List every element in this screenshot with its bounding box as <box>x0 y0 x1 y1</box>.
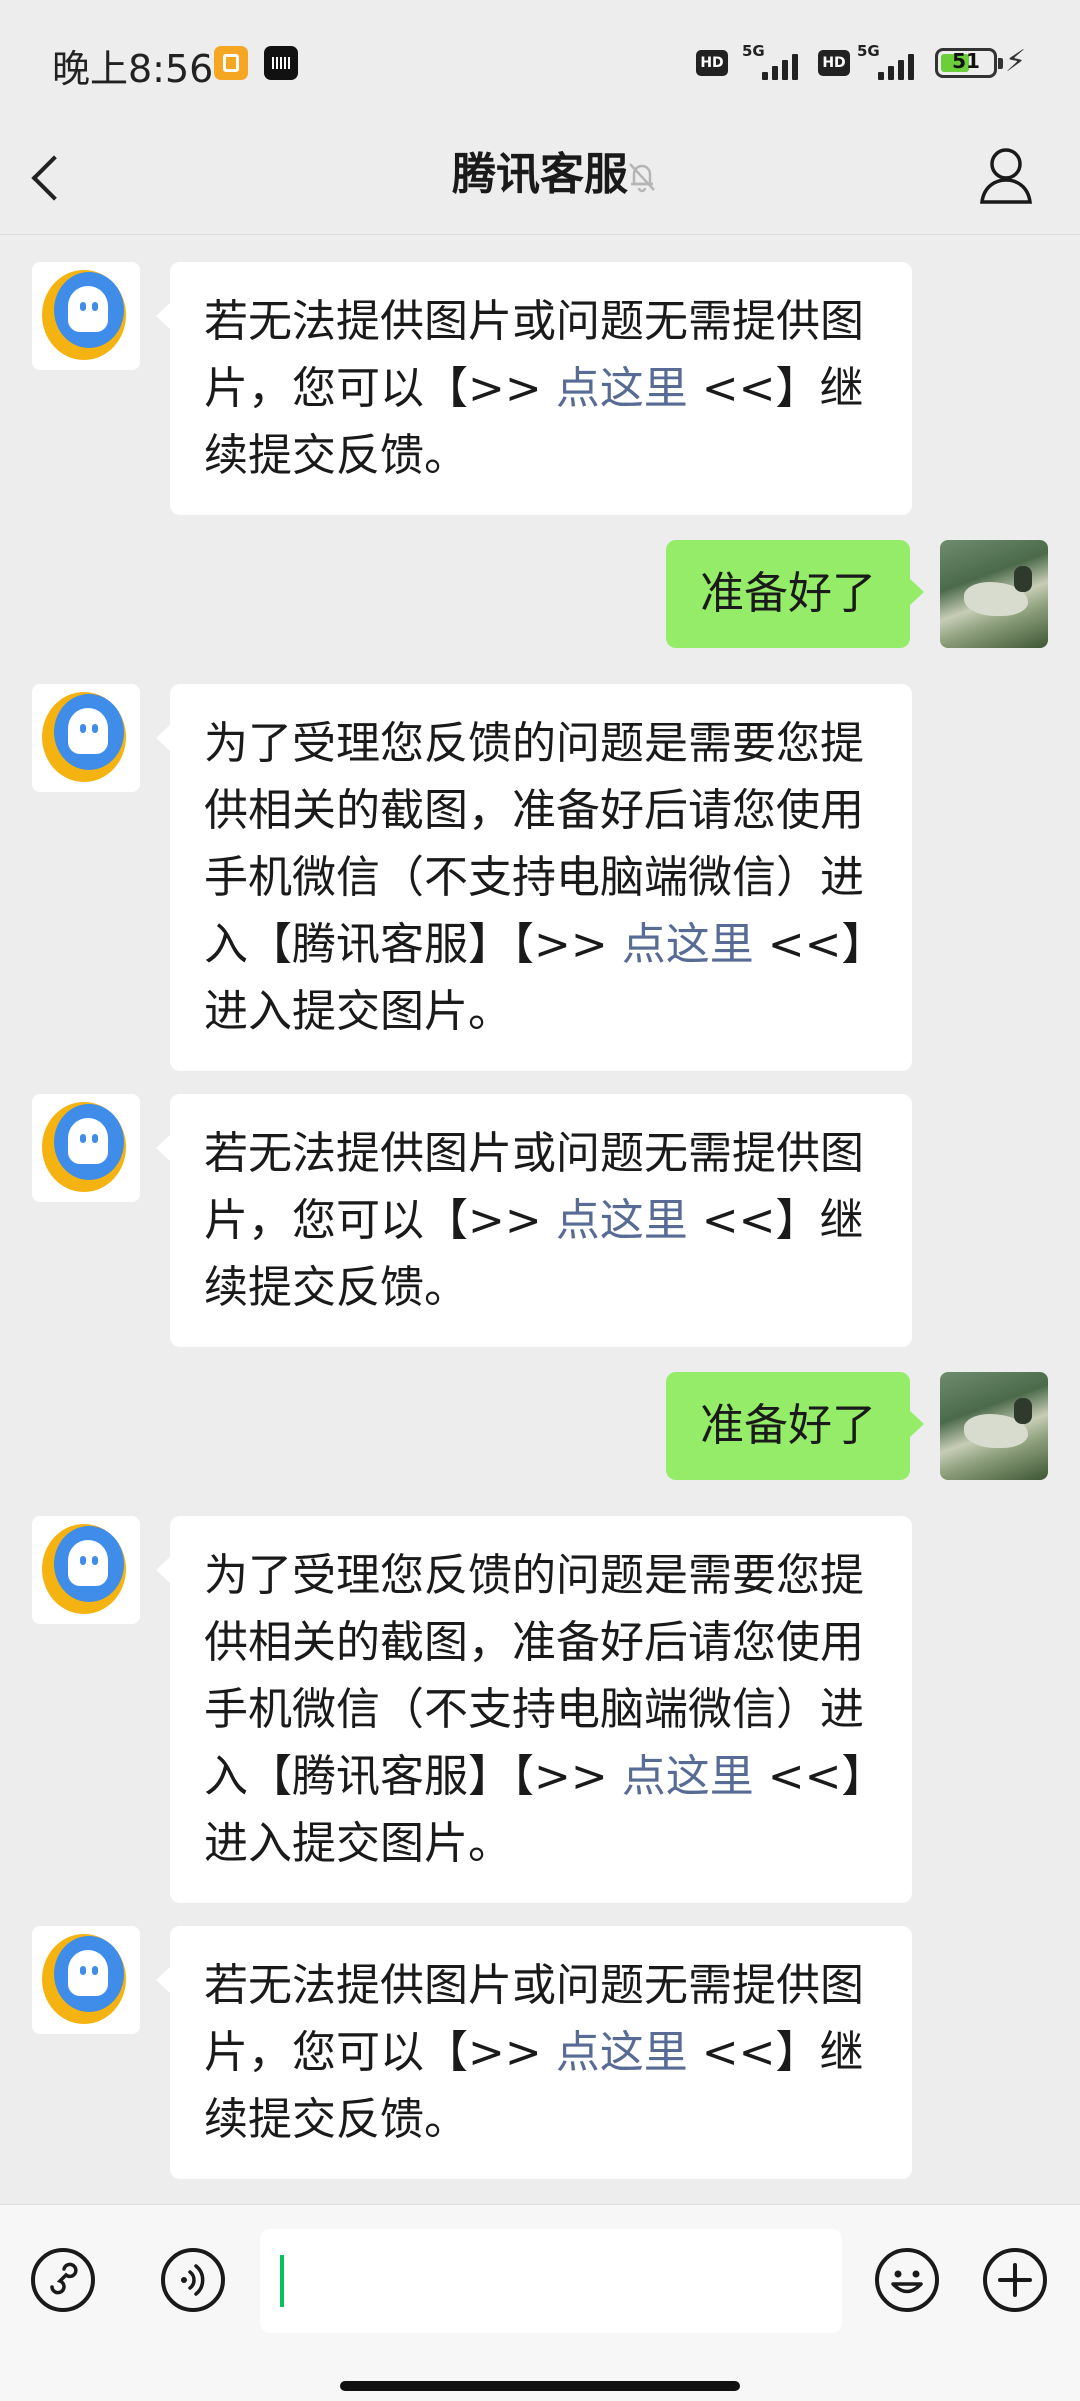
mini-program-icon[interactable] <box>30 2247 96 2313</box>
hd-badge: HD <box>818 50 850 76</box>
plus-icon[interactable] <box>982 2247 1048 2313</box>
click-here-link[interactable]: 点这里 <box>556 363 688 414</box>
bolt-icon: ⚡ <box>1005 44 1027 79</box>
user-avatar[interactable] <box>940 1372 1048 1480</box>
user-avatar[interactable] <box>940 540 1048 648</box>
message-bubble-outgoing[interactable]: 准备好了 <box>666 1372 924 1480</box>
battery-icon: 51 <box>935 48 1003 78</box>
bell-off-icon <box>629 163 655 193</box>
message-input[interactable] <box>260 2229 842 2333</box>
home-indicator[interactable] <box>340 2381 740 2391</box>
bot-avatar[interactable] <box>32 684 140 792</box>
chat-header: 腾讯客服 <box>0 130 1080 235</box>
hd-badge: HD <box>696 50 728 76</box>
message-bubble-incoming[interactable]: 若无法提供图片或问题无需提供图片，您可以【>> 点这里 <<】继续提交反馈。 <box>156 262 912 515</box>
click-here-link[interactable]: 点这里 <box>556 2027 688 2078</box>
status-bar: 晚上8:56 HD 5G HD 5G 51 ⚡ <box>0 0 1080 130</box>
click-here-link[interactable]: 点这里 <box>556 1195 688 1246</box>
person-icon[interactable] <box>976 144 1036 208</box>
status-time: 晚上8:56 <box>52 47 214 91</box>
signal-icon <box>758 50 804 80</box>
bot-avatar[interactable] <box>32 262 140 370</box>
music-app-icon <box>264 46 298 80</box>
chat-title: 腾讯客服 <box>452 149 628 200</box>
text-caret <box>280 2255 284 2307</box>
bot-avatar[interactable] <box>32 1926 140 2034</box>
click-here-link[interactable]: 点这里 <box>622 1751 754 1802</box>
bot-avatar[interactable] <box>32 1094 140 1202</box>
emoji-icon[interactable] <box>874 2247 940 2313</box>
bot-avatar[interactable] <box>32 1516 140 1624</box>
message-bubble-incoming[interactable]: 为了受理您反馈的问题是需要您提供相关的截图，准备好后请您使用手机微信（不支持电脑… <box>156 684 912 1071</box>
message-bubble-incoming[interactable]: 若无法提供图片或问题无需提供图片，您可以【>> 点这里 <<】继续提交反馈。 <box>156 1926 912 2179</box>
voice-icon[interactable] <box>160 2247 226 2313</box>
notification-app-icon <box>214 46 248 80</box>
signal-icon <box>874 50 920 80</box>
message-bubble-incoming[interactable]: 若无法提供图片或问题无需提供图片，您可以【>> 点这里 <<】继续提交反馈。 <box>156 1094 912 1347</box>
battery-level: 51 <box>952 49 980 73</box>
message-bubble-incoming[interactable]: 为了受理您反馈的问题是需要您提供相关的截图，准备好后请您使用手机微信（不支持电脑… <box>156 1516 912 1903</box>
input-bar <box>0 2204 1080 2401</box>
click-here-link[interactable]: 点这里 <box>622 919 754 970</box>
message-bubble-outgoing[interactable]: 准备好了 <box>666 540 924 648</box>
